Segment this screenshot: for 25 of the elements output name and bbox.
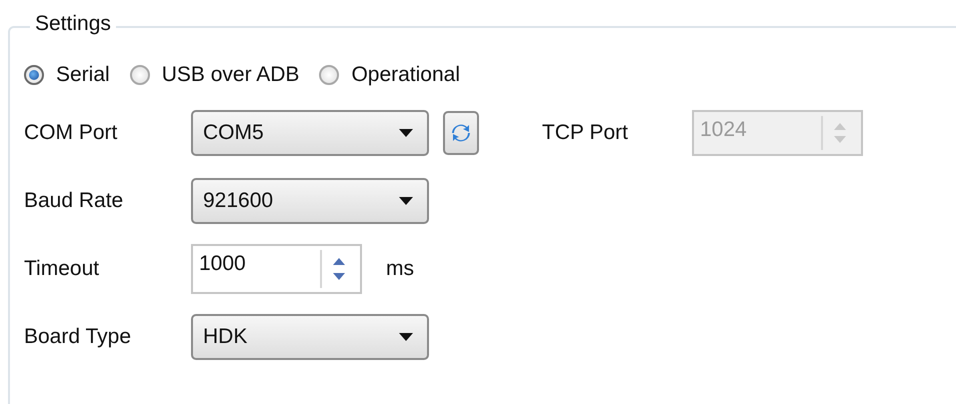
- down-arrow-icon: [333, 273, 345, 280]
- number-field[interactable]: 1000: [191, 244, 362, 294]
- field-label: Baud Rate: [24, 189, 124, 213]
- caret-icon: [399, 333, 413, 341]
- field-label: Timeout: [24, 257, 100, 281]
- down-arrow-icon: [834, 136, 846, 144]
- up-arrow-icon: [333, 258, 345, 265]
- unit-label: ms: [386, 257, 414, 281]
- caret-icon: [399, 129, 413, 137]
- radio-button[interactable]: [130, 65, 150, 85]
- refresh-icon: [451, 122, 471, 144]
- radio-label[interactable]: Operational: [351, 63, 460, 87]
- radio-label[interactable]: Serial: [56, 63, 110, 87]
- dropdown[interactable]: 921600: [191, 178, 429, 224]
- field-label: TCP Port: [542, 121, 629, 145]
- radio-button[interactable]: [24, 65, 44, 85]
- field-label: Board Type: [24, 325, 132, 349]
- caret-icon: [399, 197, 413, 205]
- up-arrow-icon: [834, 122, 846, 130]
- radio-label[interactable]: USB over ADB: [162, 63, 300, 87]
- dropdown[interactable]: HDK: [191, 314, 429, 360]
- dropdown[interactable]: COM5: [191, 110, 429, 156]
- radio-button[interactable]: [319, 65, 340, 85]
- field-label: COM Port: [24, 121, 118, 145]
- refresh-button[interactable]: [443, 111, 479, 155]
